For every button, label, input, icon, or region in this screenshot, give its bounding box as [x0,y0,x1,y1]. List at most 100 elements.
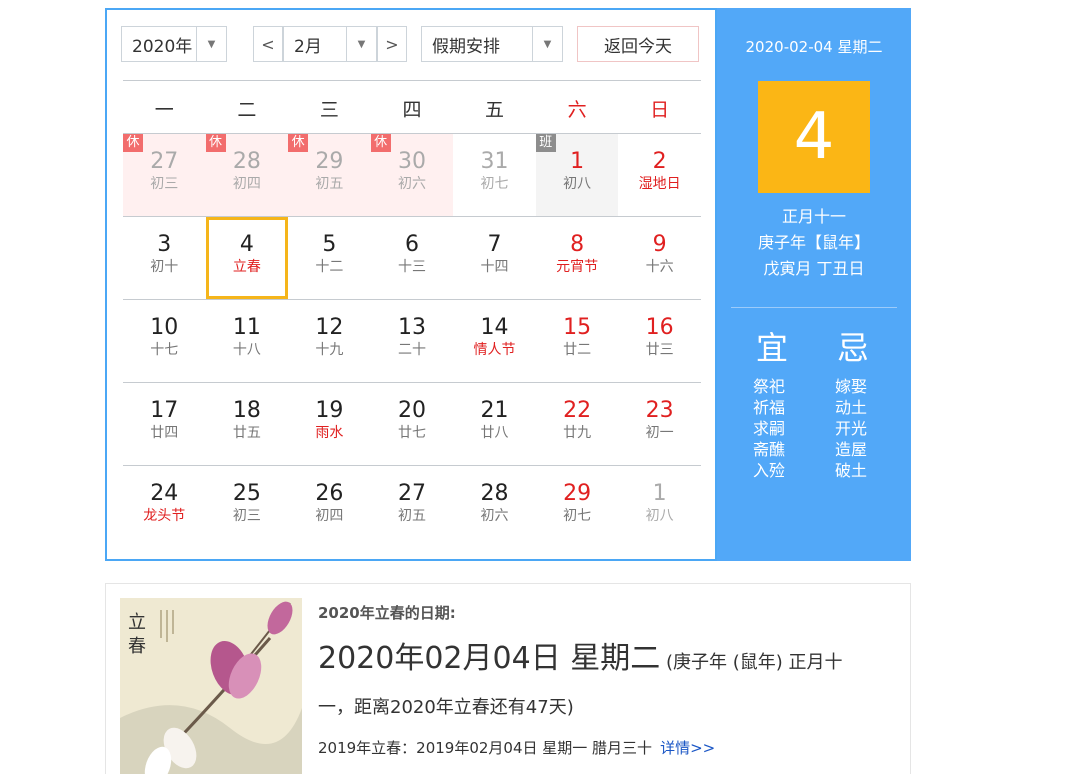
day-number: 20 [397,398,426,423]
day-cell[interactable]: 24 龙头节 [123,466,206,548]
day-cell[interactable]: 休 27 初三 [123,134,206,216]
year-select[interactable]: 2020年 ▼ [121,26,227,62]
rest-day-badge: 休 [205,134,226,152]
details-link[interactable]: 详情>> [660,739,715,757]
day-cell[interactable]: 29 初七 [536,466,619,548]
day-cell[interactable]: 22 廿九 [536,383,619,465]
day-cell[interactable]: 休 28 初四 [205,134,289,216]
day-number: 10 [150,315,179,340]
lunar-label: 初六 [480,508,509,524]
day-cell[interactable]: 20 廿七 [371,383,454,465]
day-number: 31 [480,149,509,174]
day-cell[interactable]: 休 30 初六 [370,134,454,216]
lunar-label: 十二 [315,259,344,275]
day-cell[interactable]: 21 廿八 [453,383,536,465]
day-cell[interactable]: 7 十四 [453,217,536,299]
lunar-label: 初三 [150,176,179,192]
month-select[interactable]: 2月 ▼ [283,26,377,62]
ji-list: 嫁娶 动土 开光 造屋 破土 [835,376,867,481]
ji-item: 嫁娶 [835,377,868,396]
day-number: 15 [563,315,592,340]
prev-month-button[interactable]: < [253,26,283,62]
lunar-label: 情人节 [473,342,516,358]
day-cell[interactable]: 17 廿四 [123,383,206,465]
day-cell[interactable]: 23 初一 [618,383,701,465]
day-cell[interactable]: 31 初七 [453,134,536,216]
article-countdown: 一，距离2020年立春还有47天) [318,697,574,718]
day-cell[interactable]: 13 二十 [371,300,454,382]
lunar-label: 龙头节 [143,508,186,524]
back-to-today-button[interactable]: 返回今天 [577,26,699,62]
lunar-label: 廿八 [480,425,509,441]
yi-item: 斋醮 [753,440,786,459]
day-cell[interactable]: 16 廿三 [618,300,701,382]
month-select-label: 2月 [294,36,322,57]
lunar-label: 二十 [397,342,426,358]
day-number: 11 [232,315,261,340]
solar-term-article: 立 春 2020年立春的日期: 2020年02月04日 星期二 (庚子年 (鼠年… [105,583,911,774]
day-cell[interactable]: 15 廿二 [536,300,619,382]
week-row: 休 27 初三休 28 初四休 29 初五休 30 初六 31 初七 班 1 初八 2 湿地日 [123,133,701,216]
day-cell[interactable]: 28 初六 [453,466,536,548]
day-cell[interactable]: 12 十九 [288,300,371,382]
ji-item: 造屋 [835,440,868,459]
day-number: 6 [404,232,419,257]
holiday-select[interactable]: 假期安排 ▼ [421,26,563,62]
week-row: 10 十七 11 十八 12 十九 13 二十 14 情人节 15 廿二 16 廿三 [123,299,701,382]
day-cell[interactable]: 18 廿五 [206,383,289,465]
yi-item: 求嗣 [753,419,786,438]
work-day-badge: 班 [535,134,556,152]
day-cell[interactable]: 9 十六 [618,217,701,299]
day-cell[interactable]: 11 十八 [206,300,289,382]
day-cell[interactable]: 休 29 初五 [288,134,371,216]
lunar-label: 廿七 [397,425,426,441]
day-number: 27 [397,481,426,506]
lunar-label: 十八 [232,342,261,358]
day-cell[interactable]: 14 情人节 [453,300,536,382]
lunar-date: 正月十一 [781,207,846,226]
lunar-label: 十七 [150,342,179,358]
day-cell-today[interactable]: 4 立春 [205,217,289,299]
day-cell[interactable]: 26 初四 [288,466,371,548]
day-cell[interactable]: 5 十二 [288,217,371,299]
rest-day-badge: 休 [370,134,391,152]
day-cell[interactable]: 10 十七 [123,300,206,382]
day-cell[interactable]: 1 初八 [618,466,701,548]
day-cell[interactable]: 19 雨水 [288,383,371,465]
rest-day-badge: 休 [123,134,143,152]
weekday-label: 五 [485,99,505,121]
day-cell[interactable]: 3 初十 [123,217,206,299]
weekday-label: 日 [650,99,670,121]
day-cell[interactable]: 6 十三 [371,217,454,299]
day-cell[interactable]: 2 湿地日 [618,134,701,216]
article-title: 2020年02月04日 星期二 (庚子年 (鼠年) 正月十 [318,639,898,683]
next-month-button[interactable]: > [377,26,407,62]
lunar-label: 初五 [315,176,344,192]
chevron-down-icon[interactable]: ▼ [532,27,562,61]
ji-item: 破土 [835,461,868,480]
day-number: 23 [645,398,674,423]
day-number: 8 [570,232,585,257]
day-cell[interactable]: 27 初五 [371,466,454,548]
day-cell[interactable]: 8 元宵节 [536,217,619,299]
weekday-label: 六 [567,99,587,121]
weekday-label: 三 [319,99,339,121]
day-number: 2 [652,149,667,174]
day-cell[interactable]: 班 1 初八 [535,134,619,216]
day-cell[interactable]: 25 初三 [206,466,289,548]
day-number: 24 [150,481,179,506]
lunar-label: 初七 [563,508,592,524]
chevron-down-icon[interactable]: ▼ [346,27,376,61]
ji-item: 开光 [835,419,868,438]
day-number: 7 [487,232,502,257]
day-number: 13 [397,315,426,340]
lunar-label: 元宵节 [556,259,599,275]
week-row: 24 龙头节 25 初三 26 初四 27 初五 28 初六 29 初七 1 初八 [123,465,701,548]
day-number: 4 [239,232,254,257]
holiday-select-label: 假期安排 [432,36,500,57]
day-number: 28 [480,481,509,506]
article-footer: 2019年立春：2019年02月04日 星期一 腊月三十 详情>> [318,737,715,758]
chevron-down-icon[interactable]: ▼ [196,27,226,61]
day-number: 22 [563,398,592,423]
selected-date-label: 2020-02-04 星期二 [745,38,883,56]
